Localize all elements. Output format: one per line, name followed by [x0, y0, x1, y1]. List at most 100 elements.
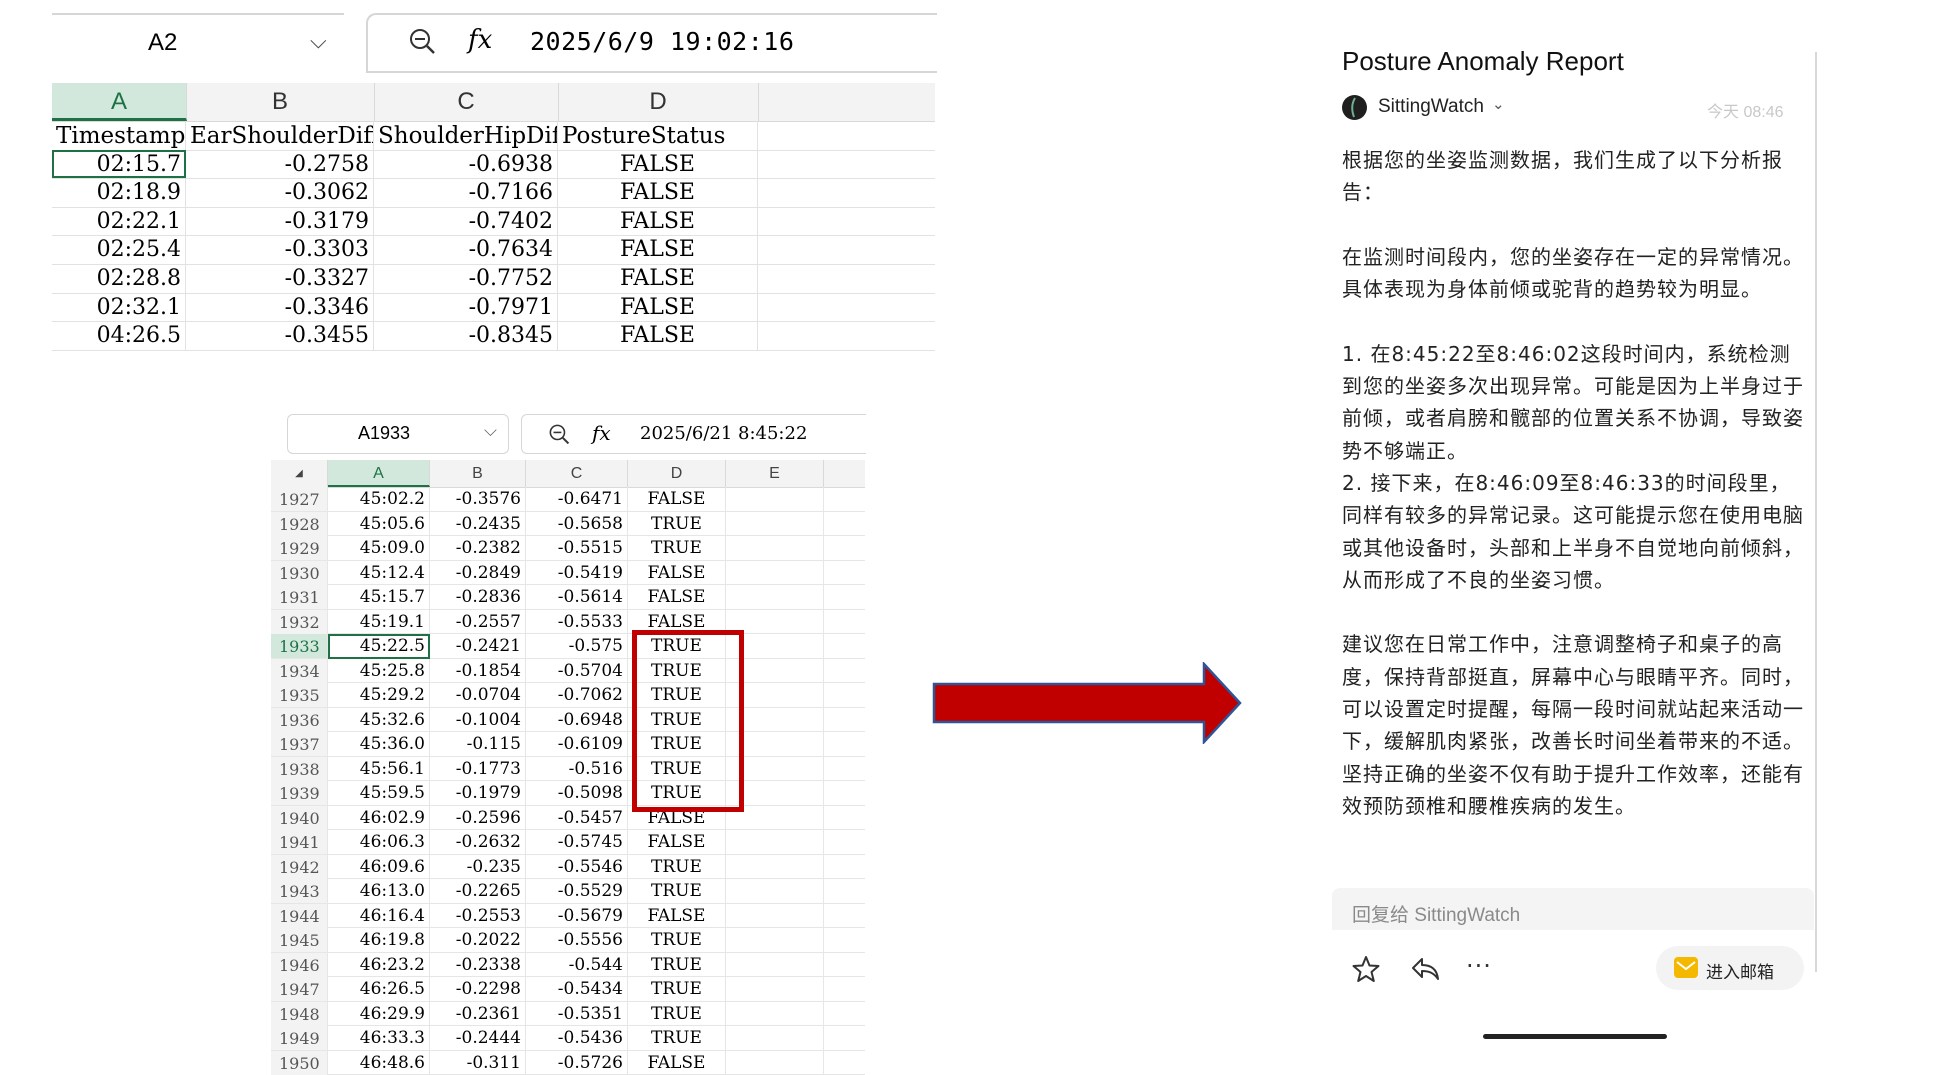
table-cell[interactable]: 46:13.0 [328, 879, 430, 903]
table-cell[interactable]: TRUE [628, 683, 726, 707]
table-cell[interactable]: TRUE [628, 659, 726, 683]
table-cell[interactable]: -0.7752 [374, 264, 558, 293]
row-number[interactable]: 1941 [271, 830, 328, 854]
table-cell[interactable] [726, 879, 824, 903]
formula-value[interactable]: 2025/6/21 8:45:22 [640, 423, 807, 444]
table-cell[interactable]: -0.311 [430, 1051, 526, 1075]
table-cell[interactable]: FALSE [558, 293, 758, 322]
row-number[interactable]: 1950 [271, 1051, 328, 1075]
row-number[interactable]: 1937 [271, 732, 328, 756]
table-cell[interactable]: -0.2435 [430, 512, 526, 536]
table-cell[interactable]: -0.3576 [430, 487, 526, 511]
table-cell[interactable] [726, 1051, 824, 1075]
table-cell[interactable]: -0.5457 [526, 806, 628, 830]
row-number[interactable]: 1949 [271, 1026, 328, 1050]
table-cell[interactable]: 02:28.8 [52, 264, 186, 293]
table-cell[interactable]: -0.8345 [374, 321, 558, 350]
table-cell[interactable]: -0.5614 [526, 585, 628, 609]
column-header-c[interactable]: C [374, 83, 559, 121]
table-cell[interactable]: -0.1773 [430, 757, 526, 781]
table-cell[interactable]: 46:26.5 [328, 977, 430, 1001]
table-cell[interactable]: 45:09.0 [328, 536, 430, 560]
table-cell[interactable]: 45:56.1 [328, 757, 430, 781]
table-cell[interactable]: -0.2758 [186, 150, 374, 179]
table-cell[interactable]: -0.6938 [374, 150, 558, 179]
table-cell[interactable]: 45:36.0 [328, 732, 430, 756]
table-cell[interactable]: -0.2298 [430, 977, 526, 1001]
table-cell[interactable]: TRUE [628, 708, 726, 732]
table-cell[interactable]: -0.5098 [526, 781, 628, 805]
table-cell[interactable]: 45:02.2 [328, 487, 430, 511]
table-cell[interactable]: FALSE [628, 561, 726, 585]
table-cell[interactable]: TRUE [628, 879, 726, 903]
table-cell[interactable]: -0.5658 [526, 512, 628, 536]
table-cell[interactable]: -0.2849 [430, 561, 526, 585]
table-cell[interactable]: -0.5419 [526, 561, 628, 585]
formula-value[interactable]: 2025/6/9 19:02:16 [530, 27, 794, 56]
row-number[interactable]: 1930 [271, 561, 328, 585]
table-cell[interactable]: 45:22.5 [328, 634, 430, 658]
table-cell[interactable] [726, 610, 824, 634]
table-cell[interactable]: -0.115 [430, 732, 526, 756]
table-cell[interactable] [726, 561, 824, 585]
table-cell[interactable]: -0.235 [430, 855, 526, 879]
sender-name[interactable]: SittingWatch [1378, 96, 1484, 118]
table-cell[interactable]: -0.2361 [430, 1002, 526, 1026]
header-cell[interactable]: EarShoulderDiff [186, 121, 374, 150]
star-icon[interactable] [1352, 955, 1380, 983]
table-cell[interactable]: -0.7971 [374, 293, 558, 322]
row-number[interactable]: 1947 [271, 977, 328, 1001]
table-cell[interactable]: FALSE [628, 806, 726, 830]
table-cell[interactable]: -0.3455 [186, 321, 374, 350]
name-box[interactable]: A2 ⌵ [52, 13, 344, 71]
row-number[interactable]: 1934 [271, 659, 328, 683]
table-cell[interactable]: FALSE [558, 150, 758, 179]
row-number[interactable]: 1939 [271, 781, 328, 805]
table-cell[interactable]: TRUE [628, 781, 726, 805]
table-cell[interactable] [726, 781, 824, 805]
column-header-d[interactable]: D [558, 83, 759, 121]
header-cell[interactable]: PostureStatus [558, 121, 758, 150]
table-cell[interactable]: -0.5515 [526, 536, 628, 560]
table-cell[interactable]: -0.2836 [430, 585, 526, 609]
more-options-icon[interactable]: ··· [1466, 952, 1492, 980]
table-cell[interactable] [726, 536, 824, 560]
table-cell[interactable]: -0.575 [526, 634, 628, 658]
table-cell[interactable]: -0.5745 [526, 830, 628, 854]
table-cell[interactable]: FALSE [628, 585, 726, 609]
table-cell[interactable]: 46:48.6 [328, 1051, 430, 1075]
column-header-b[interactable]: B [186, 83, 375, 121]
table-cell[interactable]: -0.6109 [526, 732, 628, 756]
table-cell[interactable]: -0.5546 [526, 855, 628, 879]
table-cell[interactable]: -0.544 [526, 953, 628, 977]
table-cell[interactable] [726, 634, 824, 658]
table-cell[interactable]: 46:29.9 [328, 1002, 430, 1026]
table-cell[interactable]: -0.2444 [430, 1026, 526, 1050]
header-cell[interactable]: ShoulderHipDiff [374, 121, 558, 150]
table-cell[interactable] [726, 512, 824, 536]
table-cell[interactable] [726, 708, 824, 732]
table-cell[interactable]: -0.5436 [526, 1026, 628, 1050]
table-cell[interactable]: FALSE [628, 487, 726, 511]
table-cell[interactable]: 02:25.4 [52, 235, 186, 264]
table-cell[interactable]: 45:05.6 [328, 512, 430, 536]
table-cell[interactable]: 45:29.2 [328, 683, 430, 707]
table-cell[interactable]: -0.2265 [430, 879, 526, 903]
column-header-b[interactable]: B [430, 460, 526, 487]
row-number[interactable]: 1931 [271, 585, 328, 609]
table-cell[interactable]: FALSE [558, 321, 758, 350]
table-cell[interactable]: -0.1004 [430, 708, 526, 732]
table-cell[interactable] [726, 683, 824, 707]
table-cell[interactable]: -0.1979 [430, 781, 526, 805]
table-cell[interactable] [726, 928, 824, 952]
table-cell[interactable]: 46:16.4 [328, 904, 430, 928]
table-cell[interactable]: TRUE [628, 1002, 726, 1026]
table-cell[interactable]: -0.5679 [526, 904, 628, 928]
row-number[interactable]: 1936 [271, 708, 328, 732]
column-header-a[interactable]: A [52, 83, 187, 121]
avatar[interactable] [1342, 95, 1367, 120]
table-cell[interactable]: -0.2421 [430, 634, 526, 658]
row-number[interactable]: 1938 [271, 757, 328, 781]
table-cell[interactable]: FALSE [558, 178, 758, 207]
chevron-down-icon[interactable]: ⌄ [1492, 95, 1505, 113]
